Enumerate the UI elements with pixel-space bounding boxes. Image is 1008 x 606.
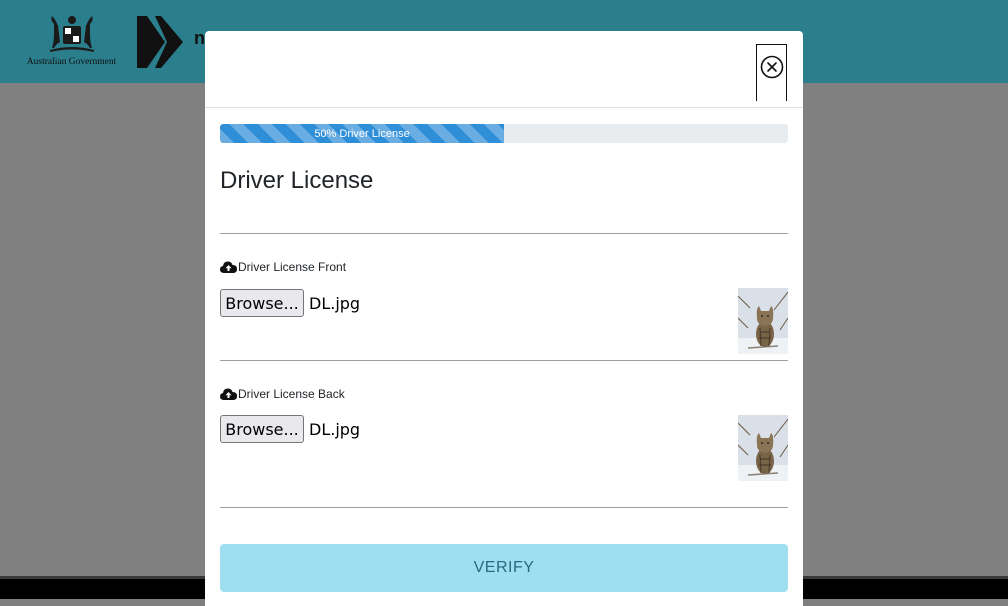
cloud-upload-icon — [220, 388, 237, 400]
modal-title: Driver License — [220, 167, 374, 194]
divider — [220, 233, 788, 234]
close-icon — [760, 55, 783, 79]
back-image-preview — [738, 415, 788, 481]
divider — [220, 360, 788, 361]
cloud-upload-icon — [220, 261, 237, 273]
divider — [220, 507, 788, 508]
verify-button[interactable]: VERIFY — [220, 544, 788, 592]
front-upload-label: Driver License Front — [220, 260, 346, 274]
progress-bar: 50% Driver License — [220, 124, 504, 143]
back-browse-button[interactable]: Browse... — [220, 415, 304, 443]
front-image-preview — [738, 288, 788, 354]
back-file-name: DL.jpg — [309, 420, 361, 439]
government-name: Australian Government — [26, 57, 117, 67]
back-upload-label: Driver License Back — [220, 387, 345, 401]
front-browse-button[interactable]: Browse... — [220, 289, 304, 317]
modal-header — [205, 31, 803, 108]
close-button[interactable] — [756, 44, 787, 101]
government-logo: Australian Government — [20, 14, 123, 70]
progress-track: 50% Driver License — [220, 124, 788, 143]
front-file-name: DL.jpg — [309, 294, 361, 313]
back-upload-label-text: Driver License Back — [238, 387, 345, 401]
progress-label: 50% Driver License — [314, 127, 410, 140]
front-upload-label-text: Driver License Front — [238, 260, 347, 274]
driver-license-modal: 50% Driver License Driver License Driver… — [205, 31, 803, 606]
coat-of-arms-icon — [50, 16, 94, 52]
brand-name: n — [194, 28, 205, 48]
brand-chevrons-icon — [137, 16, 183, 68]
